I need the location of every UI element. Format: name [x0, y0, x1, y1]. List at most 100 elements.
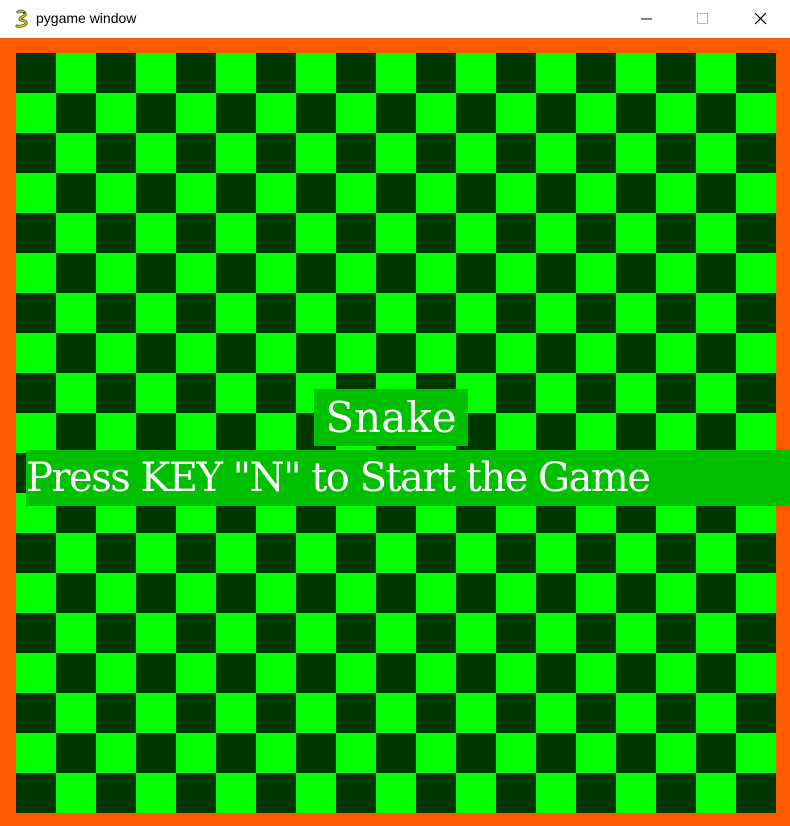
board-tile — [696, 253, 736, 293]
board-tile — [416, 653, 456, 693]
board-tile — [536, 93, 576, 133]
board-tile — [96, 333, 136, 373]
board-tile — [376, 293, 416, 333]
board-tile — [456, 93, 496, 133]
maximize-button[interactable] — [679, 0, 725, 38]
board-tile — [56, 613, 96, 653]
board-tile — [56, 653, 96, 693]
pygame-window: pygame window Snake Press KEY "N" to Sta… — [0, 0, 790, 826]
board-tile — [576, 573, 616, 613]
board-tile — [576, 733, 616, 773]
board-tile — [536, 333, 576, 373]
board-tile — [296, 133, 336, 173]
board-tile — [696, 773, 736, 813]
board-tile — [336, 653, 376, 693]
board-tile — [136, 53, 176, 93]
board-tile — [96, 173, 136, 213]
board-tile — [376, 133, 416, 173]
board-tile — [456, 213, 496, 253]
board-tile — [376, 533, 416, 573]
board-tile — [456, 333, 496, 373]
window-title: pygame window — [36, 10, 137, 26]
board-tile — [576, 53, 616, 93]
title-bar[interactable]: pygame window — [0, 0, 790, 38]
board-tile — [216, 253, 256, 293]
board-tile — [416, 173, 456, 213]
board-tile — [16, 653, 56, 693]
board-tile — [736, 773, 776, 813]
board-tile — [456, 693, 496, 733]
board-tile — [696, 693, 736, 733]
board-tile — [616, 573, 656, 613]
board-tile — [736, 53, 776, 93]
board-tile — [696, 93, 736, 133]
game-title: Snake — [314, 389, 468, 446]
board-tile — [256, 293, 296, 333]
board-tile — [256, 653, 296, 693]
board-tile — [736, 573, 776, 613]
board-tile — [536, 573, 576, 613]
board-tile — [456, 53, 496, 93]
board-tile — [176, 573, 216, 613]
board-tile — [56, 213, 96, 253]
board-tile — [376, 733, 416, 773]
board-tile — [496, 133, 536, 173]
board-tile — [216, 293, 256, 333]
board-tile — [656, 733, 696, 773]
board-tile — [176, 413, 216, 453]
board-tile — [56, 693, 96, 733]
board-tile — [216, 413, 256, 453]
game-canvas[interactable]: Snake Press KEY "N" to Start the Game — [0, 38, 790, 826]
board-tile — [496, 253, 536, 293]
board-tile — [496, 413, 536, 453]
board-tile — [56, 573, 96, 613]
board-tile — [456, 653, 496, 693]
board-tile — [496, 573, 536, 613]
board-tile — [696, 613, 736, 653]
board-tile — [96, 733, 136, 773]
board-tile — [576, 773, 616, 813]
board-tile — [296, 653, 336, 693]
board-tile — [16, 133, 56, 173]
board-tile — [96, 533, 136, 573]
board-tile — [16, 693, 56, 733]
board-tile — [536, 293, 576, 333]
board-tile — [16, 93, 56, 133]
board-tile — [576, 173, 616, 213]
board-tile — [536, 733, 576, 773]
board-tile — [736, 93, 776, 133]
board-tile — [696, 653, 736, 693]
board-tile — [56, 373, 96, 413]
board-tile — [656, 53, 696, 93]
board-tile — [536, 533, 576, 573]
board-tile — [16, 253, 56, 293]
board-tile — [336, 333, 376, 373]
board-tile — [56, 333, 96, 373]
minimize-button[interactable] — [624, 0, 670, 38]
board-tile — [416, 53, 456, 93]
board-tile — [136, 173, 176, 213]
board-tile — [96, 653, 136, 693]
board-tile — [56, 773, 96, 813]
board-tile — [96, 213, 136, 253]
board-tile — [496, 693, 536, 733]
board-tile — [496, 773, 536, 813]
board-tile — [136, 253, 176, 293]
close-button[interactable] — [737, 0, 783, 38]
board-tile — [256, 253, 296, 293]
board-tile — [616, 533, 656, 573]
board-tile — [656, 253, 696, 293]
board-tile — [616, 653, 656, 693]
board-tile — [656, 373, 696, 413]
board-tile — [296, 773, 336, 813]
board-tile — [496, 333, 536, 373]
board-tile — [216, 53, 256, 93]
start-prompt: Press KEY "N" to Start the Game — [26, 450, 790, 506]
board-tile — [176, 773, 216, 813]
board-tile — [56, 133, 96, 173]
board-tile — [496, 53, 536, 93]
board-tile — [56, 253, 96, 293]
board-tile — [736, 173, 776, 213]
board-tile — [616, 293, 656, 333]
board-tile — [216, 93, 256, 133]
